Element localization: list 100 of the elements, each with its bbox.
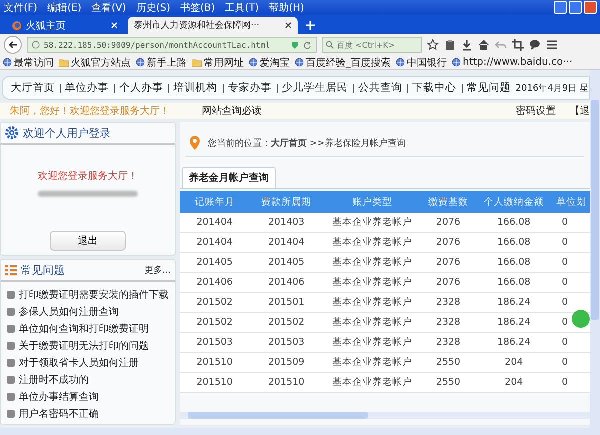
clipboard-icon[interactable] [444, 39, 456, 51]
table-cell: 166.08 [475, 213, 554, 232]
scrollbar-thumb[interactable] [188, 412, 368, 419]
bookmark-item[interactable]: 爱淘宝 [249, 56, 290, 70]
nav-link[interactable]: 个人办事 [119, 81, 164, 95]
faq-link[interactable]: 注册时不成功的 [7, 373, 175, 387]
nav-link[interactable]: 大厅首页 [11, 81, 55, 95]
table-cell: 基本企业养老帐户 [323, 292, 422, 312]
minimize-button[interactable] [554, 1, 567, 14]
table-cell: 2550 [422, 372, 476, 392]
menu-item[interactable]: 查看(V) [92, 0, 126, 14]
address-field[interactable]: 58.222.185.50:9009/person/monthAccountTLac.html [27, 37, 317, 53]
table-cell: 2328 [422, 312, 476, 332]
table-cell: 201503 [250, 332, 324, 352]
column-header: 费款所属期 [250, 191, 324, 213]
browser-tab[interactable]: 火狐主页 [6, 17, 124, 34]
table-cell: 166.08 [475, 232, 554, 252]
faq-link[interactable]: 单位办事结算查询 [7, 390, 175, 404]
download-icon[interactable] [461, 39, 473, 51]
location-pin-icon [190, 136, 200, 150]
column-header: 个人缴纳金额 [475, 191, 554, 213]
table-cell: 201510 [250, 372, 324, 392]
table-cell: 2328 [422, 292, 476, 312]
table-cell: 201406 [250, 272, 324, 292]
nav-link[interactable]: 公共查询 [358, 81, 402, 95]
logout-button[interactable]: 退出 [50, 231, 126, 251]
breadcrumb-text: 您当前的位置：大厅首页 >>养老保险月帐户查询 [208, 137, 406, 150]
faq-link[interactable]: 关于缴费证明无法打印的问题 [7, 339, 175, 353]
page-tab[interactable]: 养老金月帐户查询 [182, 167, 276, 188]
table-cell: 201405 [180, 252, 250, 272]
maximize-button[interactable] [569, 1, 582, 14]
column-header: 缴费基数 [422, 191, 476, 213]
table-cell: 201404 [180, 213, 250, 232]
faq-link[interactable]: 单位如何查询和打印缴费证明 [7, 322, 175, 336]
close-icon[interactable] [285, 22, 292, 29]
menu-icon[interactable] [546, 39, 558, 51]
table-cell: 186.24 [475, 332, 554, 352]
menu-item[interactable]: 书签(B) [180, 0, 216, 14]
menu-item[interactable]: 历史(S) [136, 0, 170, 14]
menu-item[interactable]: 帮助(H) [269, 0, 304, 14]
faq-link[interactable]: 参保人员如何注册查询 [7, 305, 175, 319]
nav-link[interactable]: 培训机构 [174, 81, 218, 95]
column-header: 记账年月 [180, 191, 250, 213]
nav-link[interactable]: 下载中心 [412, 81, 457, 95]
more-link[interactable]: 更多... [144, 264, 171, 276]
table-cell: 2076 [422, 213, 476, 232]
search-field[interactable]: 百度 <Ctrl+K> [322, 37, 422, 53]
table-cell: 0 [553, 372, 590, 392]
table-cell: 201404 [180, 232, 250, 252]
faq-link[interactable]: 打印缴费证明需要安装的插件下载 [7, 288, 175, 302]
table-cell: 201403 [250, 213, 324, 232]
table-cell: 201404 [250, 232, 324, 252]
date-text: 2016年4月9日 星 [516, 82, 589, 94]
table-cell: 201502 [180, 312, 250, 332]
faq-link[interactable]: 用户名密码不正确 [7, 407, 175, 421]
table-cell: 基本企业养老帐户 [323, 332, 422, 352]
bookmark-item[interactable]: 常用网址 [192, 56, 244, 70]
notice-link[interactable]: 网站查询必读 [202, 104, 262, 118]
browser-tab[interactable]: 泰州市人力资源和社会保障网··· [128, 17, 298, 34]
chat-icon[interactable] [529, 39, 541, 51]
bookmark-item[interactable]: 最常访问 [3, 56, 54, 70]
bookmark-item[interactable]: 百度经验_百度搜索 [295, 56, 391, 70]
new-tab-icon[interactable] [306, 21, 315, 30]
nav-link[interactable]: 常见问题 [466, 81, 511, 95]
bookmark-item[interactable]: http://www.baidu.co··· [452, 57, 573, 68]
bookmark-item[interactable]: 新手上路 [136, 56, 187, 70]
back-button[interactable] [4, 36, 22, 54]
table-cell: 201406 [180, 272, 250, 292]
globe-icon [249, 58, 258, 67]
globe-icon [3, 58, 12, 67]
table-cell: 166.08 [475, 252, 554, 272]
table-cell: 201501 [250, 292, 324, 312]
bookmark-item[interactable]: 中国银行 [396, 56, 447, 70]
star-icon[interactable] [427, 39, 439, 51]
table-cell: 166.08 [475, 272, 554, 292]
list-icon [5, 264, 17, 276]
bookmark-item[interactable]: 火狐官方站点 [59, 56, 131, 70]
faq-link[interactable]: 对于领取省卡人员如何注册 [7, 356, 175, 370]
menu-item[interactable]: 工具(T) [225, 0, 260, 14]
table-cell: 0 [553, 352, 590, 372]
menu-item[interactable]: 编辑(E) [48, 0, 82, 14]
table-cell: 204 [475, 352, 554, 372]
table-cell: 0 [553, 292, 590, 312]
table-cell: 基本企业养老帐户 [323, 272, 422, 292]
table-cell: 基本企业养老帐户 [323, 372, 422, 392]
column-header: 单位划 [553, 191, 590, 213]
reload-icon[interactable] [303, 40, 312, 50]
scrollbar-thumb[interactable] [591, 100, 599, 320]
menu-item[interactable]: 文件(F) [4, 0, 38, 14]
nav-link[interactable]: 单位办事 [65, 81, 110, 95]
table-cell: 201503 [180, 332, 250, 352]
nav-link[interactable]: 专家办事 [228, 81, 272, 95]
nav-link[interactable]: 少儿学生居民 [282, 81, 348, 95]
crop-icon[interactable] [512, 39, 524, 51]
header-link[interactable]: 密码设置 [516, 104, 556, 118]
folder-icon [59, 58, 69, 66]
table-cell: 0 [553, 332, 590, 352]
home-icon[interactable] [478, 39, 490, 51]
close-button[interactable] [584, 1, 597, 14]
header-link[interactable]: 【退 [570, 104, 590, 118]
